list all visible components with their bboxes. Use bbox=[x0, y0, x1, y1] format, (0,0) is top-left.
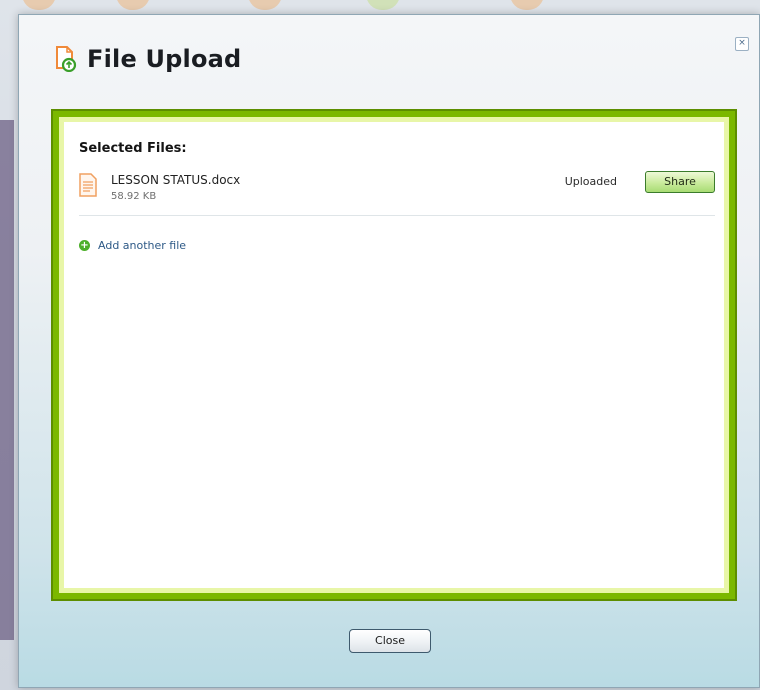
document-icon bbox=[79, 173, 97, 197]
add-another-file-link[interactable]: + Add another file bbox=[79, 239, 186, 252]
file-status: Uploaded bbox=[564, 175, 617, 188]
background-sidebar-strip bbox=[0, 120, 14, 640]
plus-circle-icon: + bbox=[79, 240, 90, 251]
close-button[interactable]: Close bbox=[349, 629, 431, 653]
share-button[interactable]: Share bbox=[645, 171, 715, 193]
selected-files-label: Selected Files: bbox=[79, 141, 187, 156]
dialog-header: File Upload bbox=[55, 45, 241, 73]
dialog-title: File Upload bbox=[87, 45, 242, 73]
file-name: LESSON STATUS.docx bbox=[111, 173, 241, 187]
file-row: LESSON STATUS.docx 58.92 KB Uploaded Sha… bbox=[79, 171, 715, 216]
selected-files-panel: Selected Files: LESSON STATUS.docx 58.92… bbox=[53, 111, 735, 599]
dialog-close-icon[interactable]: × bbox=[735, 37, 749, 51]
add-another-file-label: Add another file bbox=[98, 239, 187, 252]
file-size: 58.92 KB bbox=[111, 191, 157, 202]
file-upload-dialog: × File Upload Selected Files: LESSON STA… bbox=[18, 14, 760, 688]
upload-document-icon bbox=[55, 46, 77, 73]
